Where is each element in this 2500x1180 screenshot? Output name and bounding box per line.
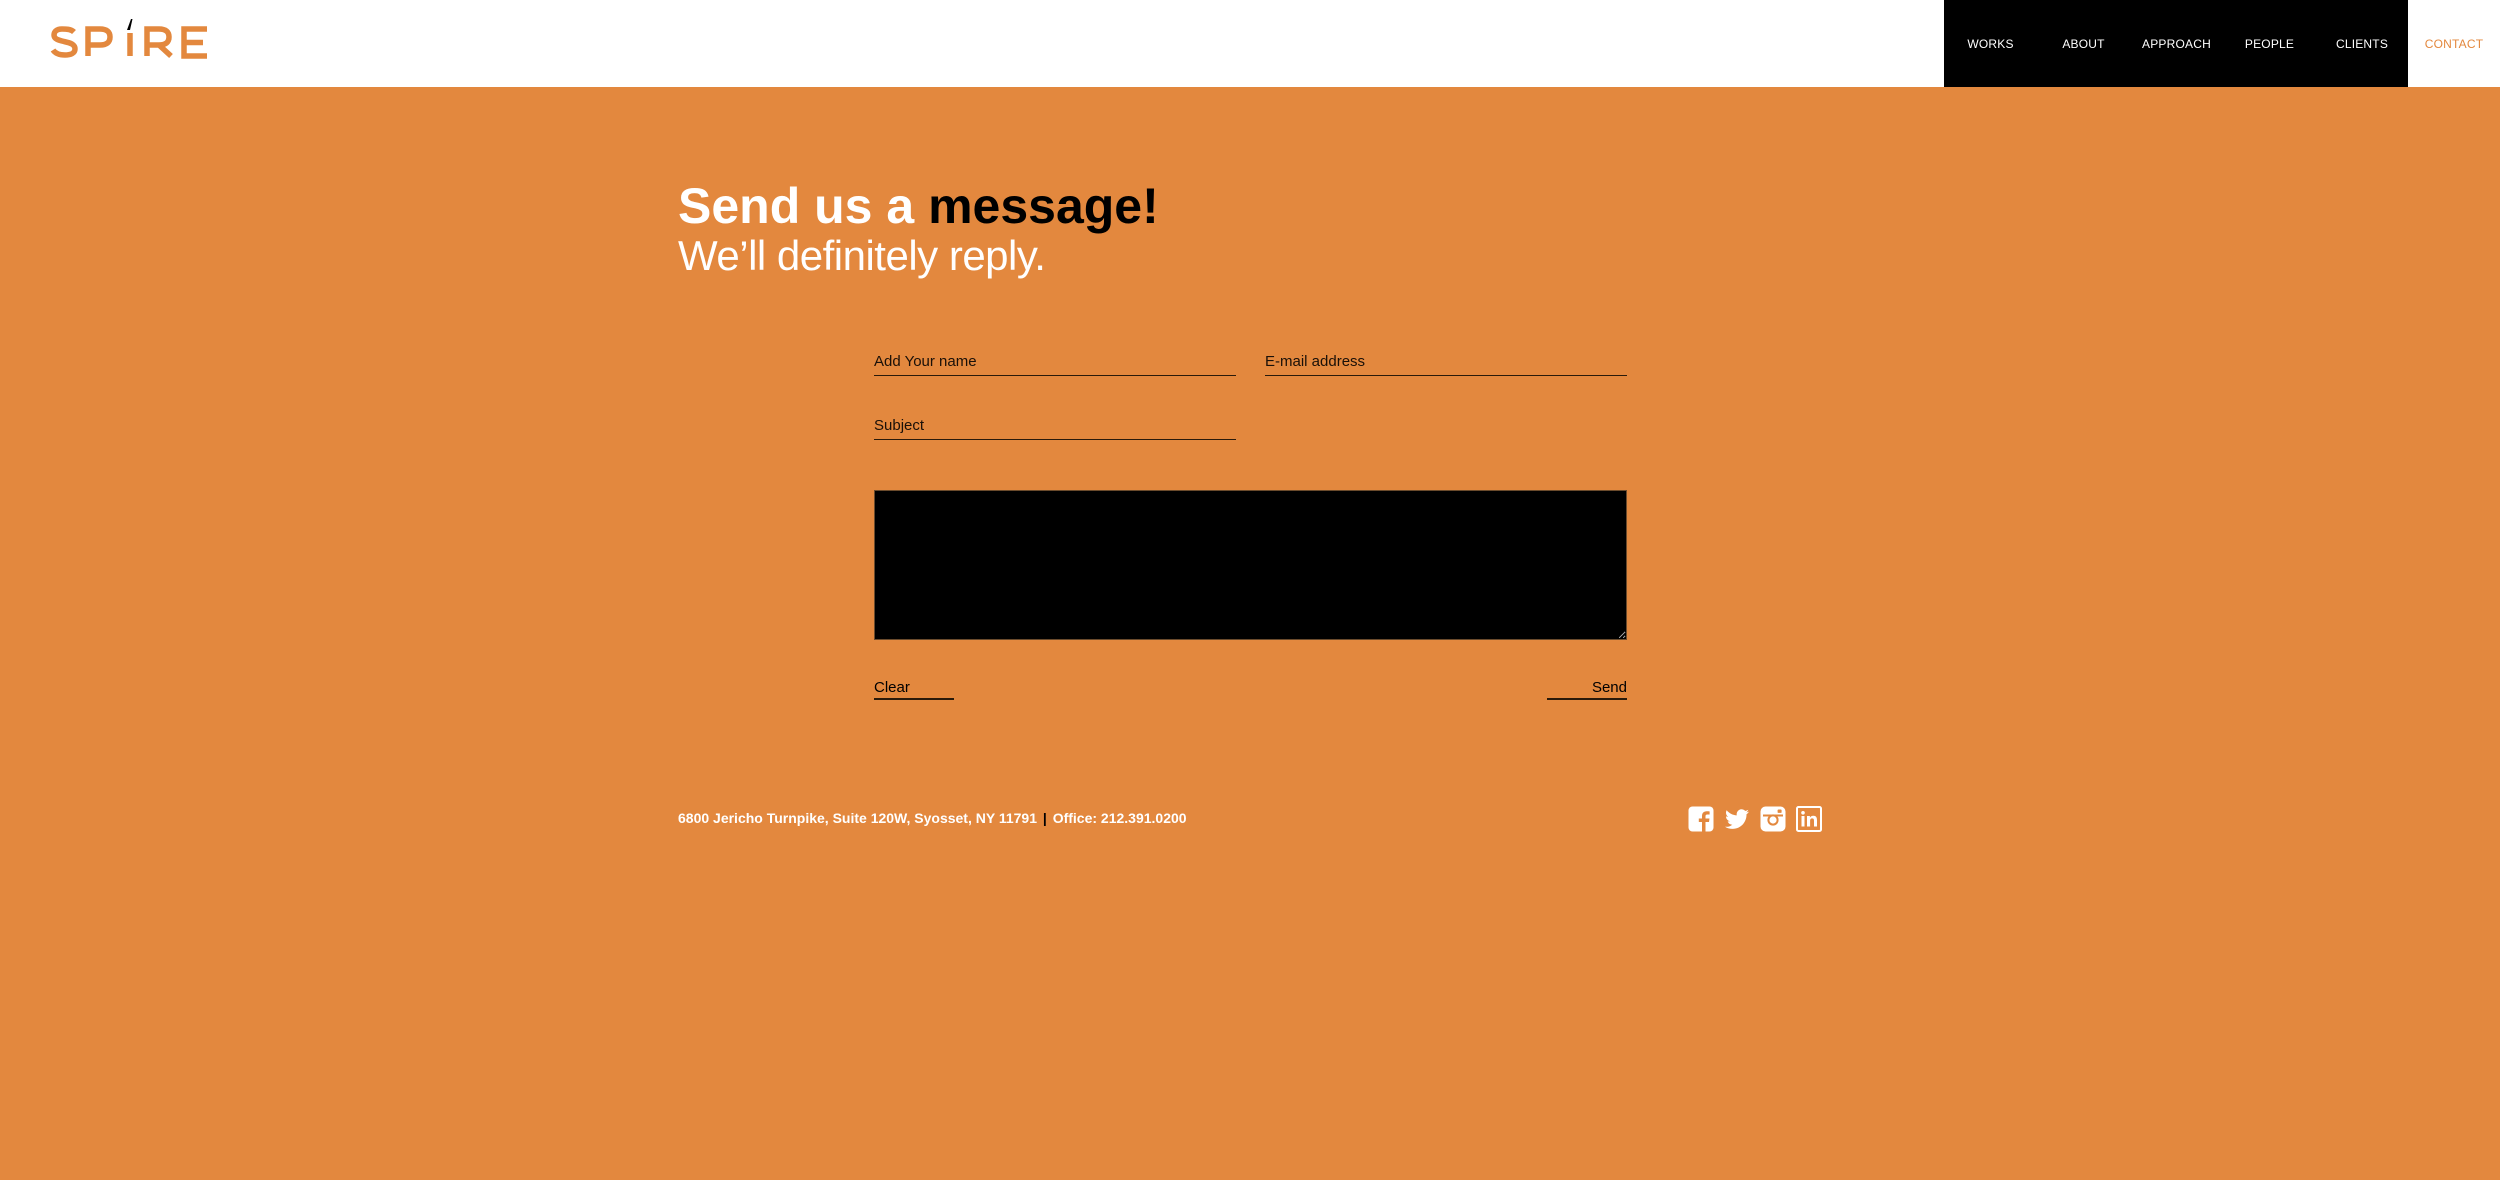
name-input[interactable] (874, 338, 1236, 375)
page-subtitle: We’ll definitely reply. (678, 232, 1046, 279)
send-button[interactable]: Send (1547, 670, 1627, 700)
social-links (1688, 806, 1822, 832)
footer-separator: | (1042, 810, 1047, 826)
linkedin-link[interactable] (1796, 806, 1822, 832)
email-input[interactable] (1265, 338, 1627, 375)
nav-item-people[interactable]: PEOPLE (2223, 0, 2316, 87)
footer-office-phone: Office: 212.391.0200 (1052, 810, 1187, 826)
subject-input[interactable] (874, 402, 1236, 439)
twitter-link[interactable] (1724, 806, 1750, 832)
spire-logo-icon (50, 19, 207, 59)
page-title-part1: Send us a (678, 178, 929, 234)
facebook-link[interactable] (1688, 806, 1714, 832)
linkedin-icon (1796, 806, 1822, 832)
clear-button[interactable]: Clear (874, 670, 954, 700)
footer-contact-info: 6800 Jericho Turnpike, Suite 120W, Syoss… (678, 810, 1187, 826)
name-field-wrap (874, 338, 1236, 376)
site-header: WORKS ABOUT APPROACH PEOPLE CLIENTS CONT… (0, 0, 2500, 87)
nav-item-works[interactable]: WORKS (1944, 0, 2037, 87)
instagram-icon (1760, 806, 1786, 832)
spire-logo[interactable] (50, 18, 210, 62)
twitter-icon (1725, 809, 1749, 829)
message-textarea[interactable] (874, 490, 1627, 640)
nav-item-approach[interactable]: APPROACH (2130, 0, 2223, 87)
email-field-wrap (1265, 338, 1627, 376)
nav-black-group: WORKS ABOUT APPROACH PEOPLE CLIENTS (1944, 0, 2408, 87)
page-title-part2: message! (928, 178, 1159, 234)
subject-field-wrap (874, 402, 1236, 440)
instagram-link[interactable] (1760, 806, 1786, 832)
page-title: Send us a message! (678, 176, 1159, 236)
nav-item-about[interactable]: ABOUT (2037, 0, 2130, 87)
nav-item-clients[interactable]: CLIENTS (2316, 0, 2408, 87)
facebook-icon (1688, 806, 1714, 832)
nav-item-contact[interactable]: CONTACT (2408, 0, 2500, 87)
main-nav: WORKS ABOUT APPROACH PEOPLE CLIENTS CONT… (1944, 0, 2500, 87)
footer-address: 6800 Jericho Turnpike, Suite 120W, Syoss… (678, 810, 1037, 826)
